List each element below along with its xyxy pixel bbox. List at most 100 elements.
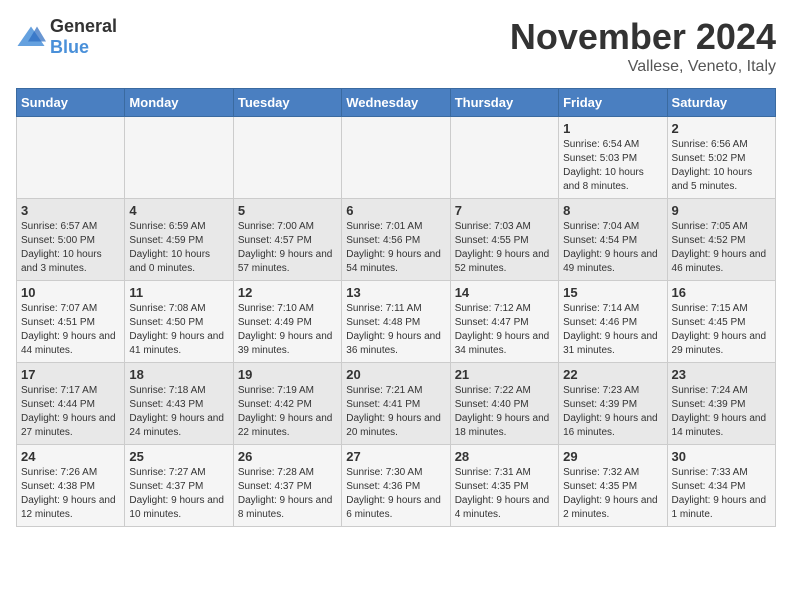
day-info: Sunrise: 7:21 AM Sunset: 4:41 PM Dayligh… xyxy=(346,384,445,440)
calendar-week-5: 24Sunrise: 7:26 AM Sunset: 4:38 PM Dayli… xyxy=(17,445,776,527)
day-header-thursday: Thursday xyxy=(450,89,558,117)
day-number: 21 xyxy=(455,367,554,382)
day-info: Sunrise: 7:19 AM Sunset: 4:42 PM Dayligh… xyxy=(238,384,337,440)
day-info: Sunrise: 6:59 AM Sunset: 4:59 PM Dayligh… xyxy=(129,220,228,276)
calendar-cell: 26 Sunrise: 7:28 AM Sunset: 4:37 PM Dayli… xyxy=(233,445,341,527)
calendar-cell: 25Sunrise: 7:27 AM Sunset: 4:37 PM Dayli… xyxy=(125,445,233,527)
day-number: 27 xyxy=(346,449,445,464)
day-number: 14 xyxy=(455,285,554,300)
calendar-week-2: 3 Sunrise: 6:57 AM Sunset: 5:00 PM Daylig… xyxy=(17,199,776,281)
day-info: Sunrise: 7:08 AM Sunset: 4:50 PM Dayligh… xyxy=(129,302,228,358)
day-header-friday: Friday xyxy=(559,89,667,117)
day-number: 30 xyxy=(672,449,771,464)
day-info: Sunrise: 7:28 AM Sunset: 4:37 PM Dayligh… xyxy=(238,466,337,522)
calendar-cell: 11 Sunrise: 7:08 AM Sunset: 4:50 PM Dayli… xyxy=(125,281,233,363)
calendar-cell: 4 Sunrise: 6:59 AM Sunset: 4:59 PM Daylig… xyxy=(125,199,233,281)
calendar-header-row: SundayMondayTuesdayWednesdayThursdayFrid… xyxy=(17,89,776,117)
calendar-cell: 28Sunrise: 7:31 AM Sunset: 4:35 PM Dayli… xyxy=(450,445,558,527)
day-number: 5 xyxy=(238,203,337,218)
calendar-cell: 7 Sunrise: 7:03 AM Sunset: 4:55 PM Daylig… xyxy=(450,199,558,281)
calendar-week-1: 1 Sunrise: 6:54 AM Sunset: 5:03 PM Daylig… xyxy=(17,117,776,199)
logo-general: General xyxy=(50,16,117,36)
day-number: 22 xyxy=(563,367,662,382)
day-number: 19 xyxy=(238,367,337,382)
calendar-table: SundayMondayTuesdayWednesdayThursdayFrid… xyxy=(16,88,776,527)
day-number: 13 xyxy=(346,285,445,300)
title-area: November 2024 Vallese, Veneto, Italy xyxy=(510,16,776,76)
day-info: Sunrise: 7:01 AM Sunset: 4:56 PM Dayligh… xyxy=(346,220,445,276)
header: General Blue November 2024 Vallese, Vene… xyxy=(16,16,776,76)
day-info: Sunrise: 7:03 AM Sunset: 4:55 PM Dayligh… xyxy=(455,220,554,276)
day-info: Sunrise: 7:12 AM Sunset: 4:47 PM Dayligh… xyxy=(455,302,554,358)
calendar-cell xyxy=(125,117,233,199)
day-info: Sunrise: 7:10 AM Sunset: 4:49 PM Dayligh… xyxy=(238,302,337,358)
day-info: Sunrise: 7:24 AM Sunset: 4:39 PM Dayligh… xyxy=(672,384,771,440)
day-number: 23 xyxy=(672,367,771,382)
day-number: 15 xyxy=(563,285,662,300)
day-info: Sunrise: 7:14 AM Sunset: 4:46 PM Dayligh… xyxy=(563,302,662,358)
calendar-cell: 6 Sunrise: 7:01 AM Sunset: 4:56 PM Daylig… xyxy=(342,199,450,281)
day-info: Sunrise: 7:04 AM Sunset: 4:54 PM Dayligh… xyxy=(563,220,662,276)
day-info: Sunrise: 7:33 AM Sunset: 4:34 PM Dayligh… xyxy=(672,466,771,522)
calendar-cell: 27 Sunrise: 7:30 AM Sunset: 4:36 PM Dayli… xyxy=(342,445,450,527)
day-number: 4 xyxy=(129,203,228,218)
day-info: Sunrise: 6:57 AM Sunset: 5:00 PM Dayligh… xyxy=(21,220,120,276)
month-title: November 2024 xyxy=(510,16,776,58)
day-number: 24 xyxy=(21,449,120,464)
day-header-monday: Monday xyxy=(125,89,233,117)
calendar-cell: 17 Sunrise: 7:17 AM Sunset: 4:44 PM Dayli… xyxy=(17,363,125,445)
day-info: Sunrise: 7:07 AM Sunset: 4:51 PM Dayligh… xyxy=(21,302,120,358)
calendar-cell xyxy=(233,117,341,199)
day-number: 3 xyxy=(21,203,120,218)
logo-blue: Blue xyxy=(50,37,89,57)
day-info: Sunrise: 7:00 AM Sunset: 4:57 PM Dayligh… xyxy=(238,220,337,276)
day-number: 20 xyxy=(346,367,445,382)
calendar-cell: 2 Sunrise: 6:56 AM Sunset: 5:02 PM Daylig… xyxy=(667,117,775,199)
day-number: 7 xyxy=(455,203,554,218)
calendar-cell xyxy=(342,117,450,199)
calendar-week-4: 17 Sunrise: 7:17 AM Sunset: 4:44 PM Dayli… xyxy=(17,363,776,445)
day-info: Sunrise: 7:23 AM Sunset: 4:39 PM Dayligh… xyxy=(563,384,662,440)
calendar-cell: 30 Sunrise: 7:33 AM Sunset: 4:34 PM Dayli… xyxy=(667,445,775,527)
day-number: 1 xyxy=(563,121,662,136)
day-number: 11 xyxy=(129,285,228,300)
day-number: 16 xyxy=(672,285,771,300)
calendar-cell: 22 Sunrise: 7:23 AM Sunset: 4:39 PM Dayli… xyxy=(559,363,667,445)
day-number: 26 xyxy=(238,449,337,464)
logo: General Blue xyxy=(16,16,117,58)
calendar-cell: 9Sunrise: 7:05 AM Sunset: 4:52 PM Daylig… xyxy=(667,199,775,281)
calendar-week-3: 10Sunrise: 7:07 AM Sunset: 4:51 PM Dayli… xyxy=(17,281,776,363)
calendar-cell: 14 Sunrise: 7:12 AM Sunset: 4:47 PM Dayli… xyxy=(450,281,558,363)
day-info: Sunrise: 6:54 AM Sunset: 5:03 PM Dayligh… xyxy=(563,138,662,194)
location-subtitle: Vallese, Veneto, Italy xyxy=(510,58,776,76)
day-number: 18 xyxy=(129,367,228,382)
day-header-saturday: Saturday xyxy=(667,89,775,117)
calendar-cell: 24Sunrise: 7:26 AM Sunset: 4:38 PM Dayli… xyxy=(17,445,125,527)
day-info: Sunrise: 7:27 AM Sunset: 4:37 PM Dayligh… xyxy=(129,466,228,522)
calendar-cell: 10Sunrise: 7:07 AM Sunset: 4:51 PM Dayli… xyxy=(17,281,125,363)
logo-text: General Blue xyxy=(50,16,117,58)
day-number: 29 xyxy=(563,449,662,464)
calendar-cell: 5 Sunrise: 7:00 AM Sunset: 4:57 PM Daylig… xyxy=(233,199,341,281)
day-number: 2 xyxy=(672,121,771,136)
calendar-cell: 3 Sunrise: 6:57 AM Sunset: 5:00 PM Daylig… xyxy=(17,199,125,281)
calendar-cell: 8 Sunrise: 7:04 AM Sunset: 4:54 PM Daylig… xyxy=(559,199,667,281)
day-number: 28 xyxy=(455,449,554,464)
day-info: Sunrise: 7:11 AM Sunset: 4:48 PM Dayligh… xyxy=(346,302,445,358)
day-header-sunday: Sunday xyxy=(17,89,125,117)
calendar-cell: 19 Sunrise: 7:19 AM Sunset: 4:42 PM Dayli… xyxy=(233,363,341,445)
calendar-cell xyxy=(450,117,558,199)
day-info: Sunrise: 7:17 AM Sunset: 4:44 PM Dayligh… xyxy=(21,384,120,440)
day-number: 17 xyxy=(21,367,120,382)
day-info: Sunrise: 6:56 AM Sunset: 5:02 PM Dayligh… xyxy=(672,138,771,194)
day-number: 6 xyxy=(346,203,445,218)
calendar-cell: 16 Sunrise: 7:15 AM Sunset: 4:45 PM Dayli… xyxy=(667,281,775,363)
day-info: Sunrise: 7:15 AM Sunset: 4:45 PM Dayligh… xyxy=(672,302,771,358)
calendar-cell: 20 Sunrise: 7:21 AM Sunset: 4:41 PM Dayli… xyxy=(342,363,450,445)
day-number: 8 xyxy=(563,203,662,218)
day-info: Sunrise: 7:30 AM Sunset: 4:36 PM Dayligh… xyxy=(346,466,445,522)
calendar-cell: 15 Sunrise: 7:14 AM Sunset: 4:46 PM Dayli… xyxy=(559,281,667,363)
calendar-cell: 12 Sunrise: 7:10 AM Sunset: 4:49 PM Dayli… xyxy=(233,281,341,363)
day-number: 12 xyxy=(238,285,337,300)
calendar-cell: 29Sunrise: 7:32 AM Sunset: 4:35 PM Dayli… xyxy=(559,445,667,527)
